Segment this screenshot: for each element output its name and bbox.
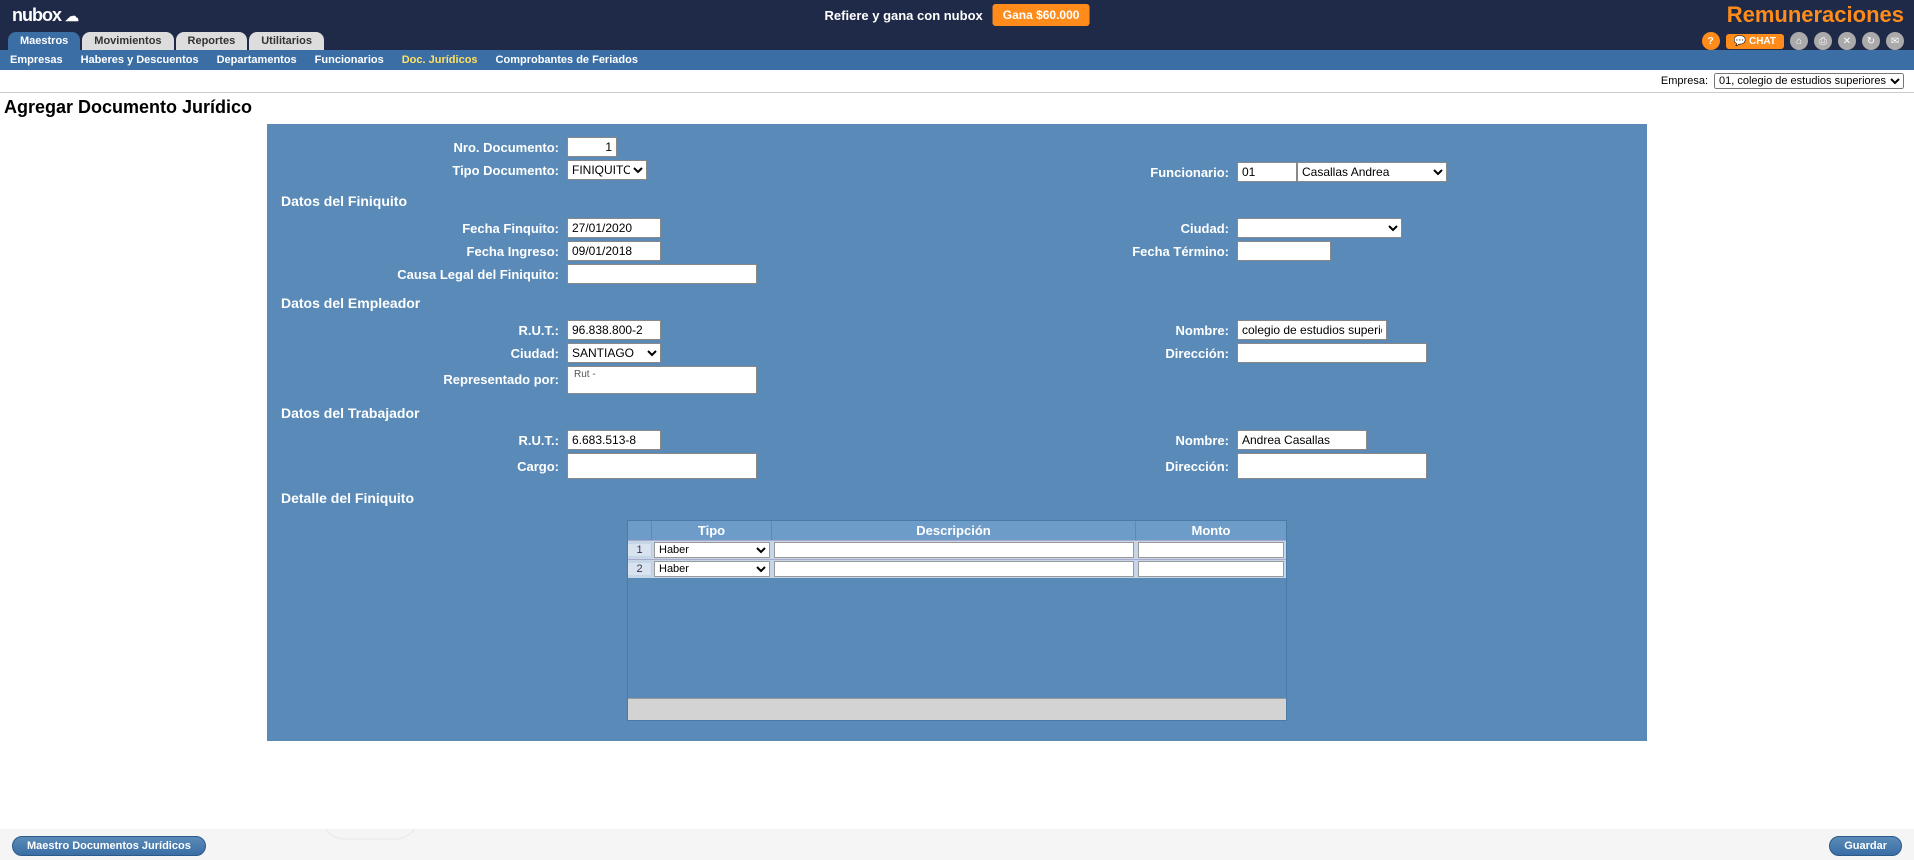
page-title: Agregar Documento Jurídico [0,93,1914,124]
th-tipo: Tipo [652,521,772,540]
section-datos-finiquito: Datos del Finiquito [267,185,1647,215]
row-number: 2 [628,563,652,575]
emp-rut-input[interactable] [567,320,661,340]
funcionario-code-input[interactable] [1237,162,1297,182]
company-label: Empresa: [1661,75,1708,87]
nro-documento-label: Nro. Documento: [267,140,567,155]
ciudad-finiquito-select[interactable] [1237,218,1402,238]
emp-ciudad-label: Ciudad: [267,346,567,361]
subtab-funcionarios[interactable]: Funcionarios [315,54,384,66]
row2-tipo-select[interactable]: Haber [654,561,770,577]
trab-cargo-label: Cargo: [267,459,567,474]
trab-direccion-label: Dirección: [957,459,1237,474]
fecha-termino-label: Fecha Término: [957,244,1237,259]
trab-rut-input[interactable] [567,430,661,450]
home-icon[interactable]: ⌂ [1790,32,1808,50]
refer-button[interactable]: Gana $60.000 [993,4,1090,26]
emp-rut-label: R.U.T.: [267,323,567,338]
tab-utilitarios[interactable]: Utilitarios [249,32,324,50]
tab-reportes[interactable]: Reportes [176,32,248,50]
section-datos-empleador: Datos del Empleador [267,287,1647,317]
fecha-finiquito-input[interactable] [567,218,661,238]
row-number: 1 [628,544,652,556]
fecha-ingreso-input[interactable] [567,241,661,261]
emp-direccion-input[interactable] [1237,343,1427,363]
emp-nombre-label: Nombre: [957,323,1237,338]
main-tabs: Maestros Movimientos Reportes Utilitario… [0,30,1914,50]
company-select[interactable]: 01, colegio de estudios superiores [1714,73,1904,89]
row1-tipo-select[interactable]: Haber [654,542,770,558]
close-icon[interactable]: ✕ [1838,32,1856,50]
chat-button[interactable]: 💬 CHAT [1726,34,1784,49]
trab-direccion-input[interactable] [1237,453,1427,479]
tipo-documento-label: Tipo Documento: [267,163,567,178]
maestro-documentos-button[interactable]: Maestro Documentos Jurídicos [12,836,206,856]
section-detalle-finiquito: Detalle del Finiquito [267,482,1647,512]
guardar-button[interactable]: Guardar [1829,836,1902,856]
detail-table: Tipo Descripción Monto 1 Haber 2 Haber [627,520,1287,721]
fecha-ingreso-label: Fecha Ingreso: [267,244,567,259]
th-descripcion: Descripción [772,521,1136,540]
help-icon[interactable]: ? [1702,32,1720,50]
trab-nombre-input[interactable] [1237,430,1367,450]
row1-descripcion-input[interactable] [774,542,1134,558]
fecha-termino-input[interactable] [1237,241,1331,261]
subtab-empresas[interactable]: Empresas [10,54,63,66]
subtab-haberes[interactable]: Haberes y Descuentos [81,54,199,66]
print-icon[interactable]: ⎙ [1814,32,1832,50]
sub-tabs: Empresas Haberes y Descuentos Departamen… [0,50,1914,70]
table-row: 2 Haber [628,559,1286,578]
tipo-documento-select[interactable]: FINIQUITO [567,160,647,180]
table-row: 1 Haber [628,540,1286,559]
refer-text: Refiere y gana con nubox [825,8,983,23]
causa-legal-input[interactable] [567,264,757,284]
refresh-icon[interactable]: ↻ [1862,32,1880,50]
row2-monto-input[interactable] [1138,561,1284,577]
row1-monto-input[interactable] [1138,542,1284,558]
trab-nombre-label: Nombre: [957,433,1237,448]
nro-documento-input[interactable] [567,137,617,157]
section-datos-trabajador: Datos del Trabajador [267,397,1647,427]
fecha-finiquito-label: Fecha Finquito: [267,221,567,236]
ciudad-finiquito-label: Ciudad: [957,221,1237,236]
funcionario-name-select[interactable]: Casallas Andrea [1297,162,1447,182]
th-monto: Monto [1136,521,1286,540]
mail-icon[interactable]: ✉ [1886,32,1904,50]
app-name: Remuneraciones [1727,2,1904,28]
tab-movimientos[interactable]: Movimientos [82,32,173,50]
emp-ciudad-select[interactable]: SANTIAGO [567,343,661,363]
trab-rut-label: R.U.T.: [267,433,567,448]
representado-por-box[interactable]: Rut - [567,366,757,394]
trab-cargo-input[interactable] [567,453,757,479]
subtab-comprobantes[interactable]: Comprobantes de Feriados [496,54,638,66]
tab-maestros[interactable]: Maestros [8,32,80,50]
cloud-icon: ☁ [65,8,78,25]
subtab-departamentos[interactable]: Departamentos [217,54,297,66]
row2-descripcion-input[interactable] [774,561,1134,577]
logo: nubox☁ [12,5,78,26]
funcionario-label: Funcionario: [957,165,1237,180]
representado-por-label: Representado por: [267,366,567,387]
emp-nombre-input[interactable] [1237,320,1387,340]
causa-legal-label: Causa Legal del Finiquito: [267,267,567,282]
subtab-doc-juridicos[interactable]: Doc. Jurídicos [402,54,478,66]
emp-direccion-label: Dirección: [957,346,1237,361]
